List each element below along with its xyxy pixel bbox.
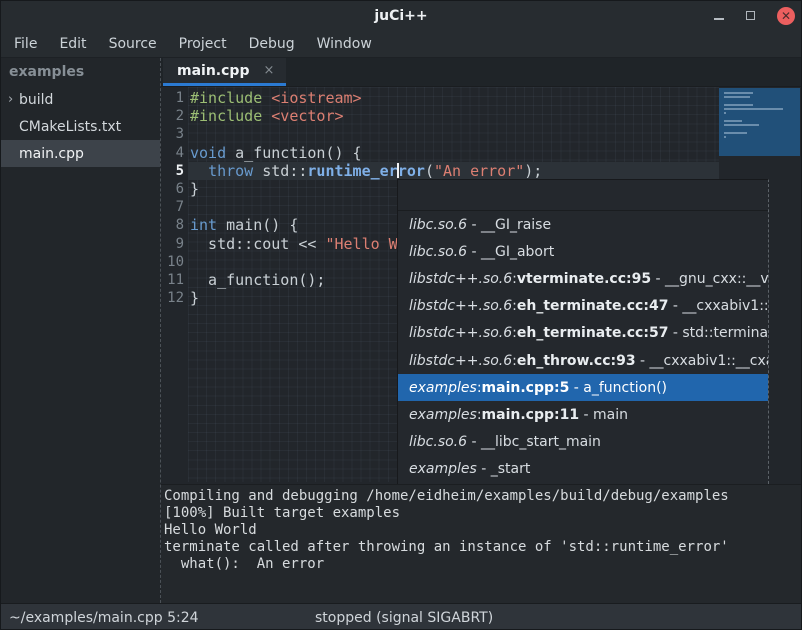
menu-item-edit[interactable]: Edit: [48, 32, 97, 56]
menubar: FileEditSourceProjectDebugWindow: [1, 30, 801, 58]
backtrace-item[interactable]: libstdc++.so.6:vterminate.cc:95 - __gnu_…: [398, 265, 768, 292]
statusbar: ~/examples/main.cpp 5:24 stopped (signal…: [1, 603, 801, 630]
sidebar-item-build[interactable]: ›build: [1, 86, 160, 113]
status-file-location: ~/examples/main.cpp 5:24: [9, 610, 199, 626]
backtrace-item[interactable]: libc.so.6 - __libc_start_main: [398, 429, 768, 456]
code-editor[interactable]: 123456789101112 #include <iostream>#incl…: [161, 87, 801, 484]
sidebar-item-label: build: [19, 92, 53, 108]
sidebar-item-label: CMakeLists.txt: [19, 119, 121, 135]
backtrace-item[interactable]: libc.so.6 - __GI_raise: [398, 211, 768, 238]
backtrace-item[interactable]: examples - _start: [398, 456, 768, 483]
backtrace-item[interactable]: examples:main.cpp:5 - a_function(): [398, 374, 768, 401]
line-number-gutter: 123456789101112: [161, 89, 188, 307]
chevron-right-icon[interactable]: ›: [1, 92, 19, 107]
code-line: [190, 125, 801, 143]
backtrace-item[interactable]: libstdc++.so.6:eh_terminate.cc:57 - std:…: [398, 320, 768, 347]
terminal-output[interactable]: Compiling and debugging /home/eidheim/ex…: [161, 484, 801, 603]
backtrace-item[interactable]: libstdc++.so.6:eh_throw.cc:93 - __cxxabi…: [398, 347, 768, 374]
tabbar: main.cpp ×: [161, 58, 801, 87]
menu-item-source[interactable]: Source: [98, 32, 168, 56]
code-line: #include <iostream>: [190, 89, 801, 107]
project-name: examples: [1, 58, 160, 86]
menu-item-debug[interactable]: Debug: [238, 32, 306, 56]
menu-item-file[interactable]: File: [3, 32, 48, 56]
terminal-line: Compiling and debugging /home/eidheim/ex…: [164, 488, 801, 505]
menu-item-window[interactable]: Window: [306, 32, 383, 56]
restore-icon[interactable]: [746, 11, 755, 20]
terminal-line: [100%] Built target examples: [164, 505, 801, 522]
titlebar[interactable]: juCi++ ✕: [1, 1, 801, 30]
backtrace-item[interactable]: libstdc++.so.6:eh_terminate.cc:47 - __cx…: [398, 293, 768, 320]
backtrace-popup-header: [398, 180, 768, 211]
terminal-line: terminate called after throwing an insta…: [164, 539, 801, 556]
content: examples ›build CMakeLists.txt main.cpp ma…: [1, 58, 801, 603]
minimize-icon[interactable]: [714, 18, 724, 20]
window-title: juCi++: [374, 8, 427, 24]
editor-column: main.cpp × 123456789101112 #include <ios…: [161, 58, 801, 603]
tab-main-cpp[interactable]: main.cpp ×: [163, 58, 286, 86]
sidebar-item-cmakelists-txt[interactable]: CMakeLists.txt: [1, 113, 160, 140]
code-line: #include <vector>: [190, 107, 801, 125]
file-tree-sidebar: examples ›build CMakeLists.txt main.cpp: [1, 58, 161, 603]
tab-close-icon[interactable]: ×: [263, 63, 274, 78]
window-controls: ✕: [714, 1, 795, 30]
backtrace-item[interactable]: libc.so.6 - __GI_abort: [398, 238, 768, 265]
backtrace-item[interactable]: examples:main.cpp:11 - main: [398, 401, 768, 428]
app-window: juCi++ ✕ FileEditSourceProjectDebugWindo…: [0, 0, 802, 630]
menu-item-project[interactable]: Project: [168, 32, 238, 56]
tab-label: main.cpp: [177, 63, 249, 79]
minimap[interactable]: [719, 88, 800, 156]
backtrace-popup: libc.so.6 - __GI_raiselibc.so.6 - __GI_a…: [397, 179, 769, 484]
close-icon[interactable]: ✕: [777, 7, 795, 25]
terminal-line: Hello World: [164, 522, 801, 539]
sidebar-item-main-cpp[interactable]: main.cpp: [1, 140, 160, 167]
terminal-line: what(): An error: [164, 556, 801, 573]
status-debug-state: stopped (signal SIGABRT): [315, 610, 493, 626]
code-line: throw std::runtime_error("An error");: [190, 162, 801, 180]
code-line: void a_function() {: [190, 144, 801, 162]
sidebar-item-label: main.cpp: [19, 146, 84, 162]
